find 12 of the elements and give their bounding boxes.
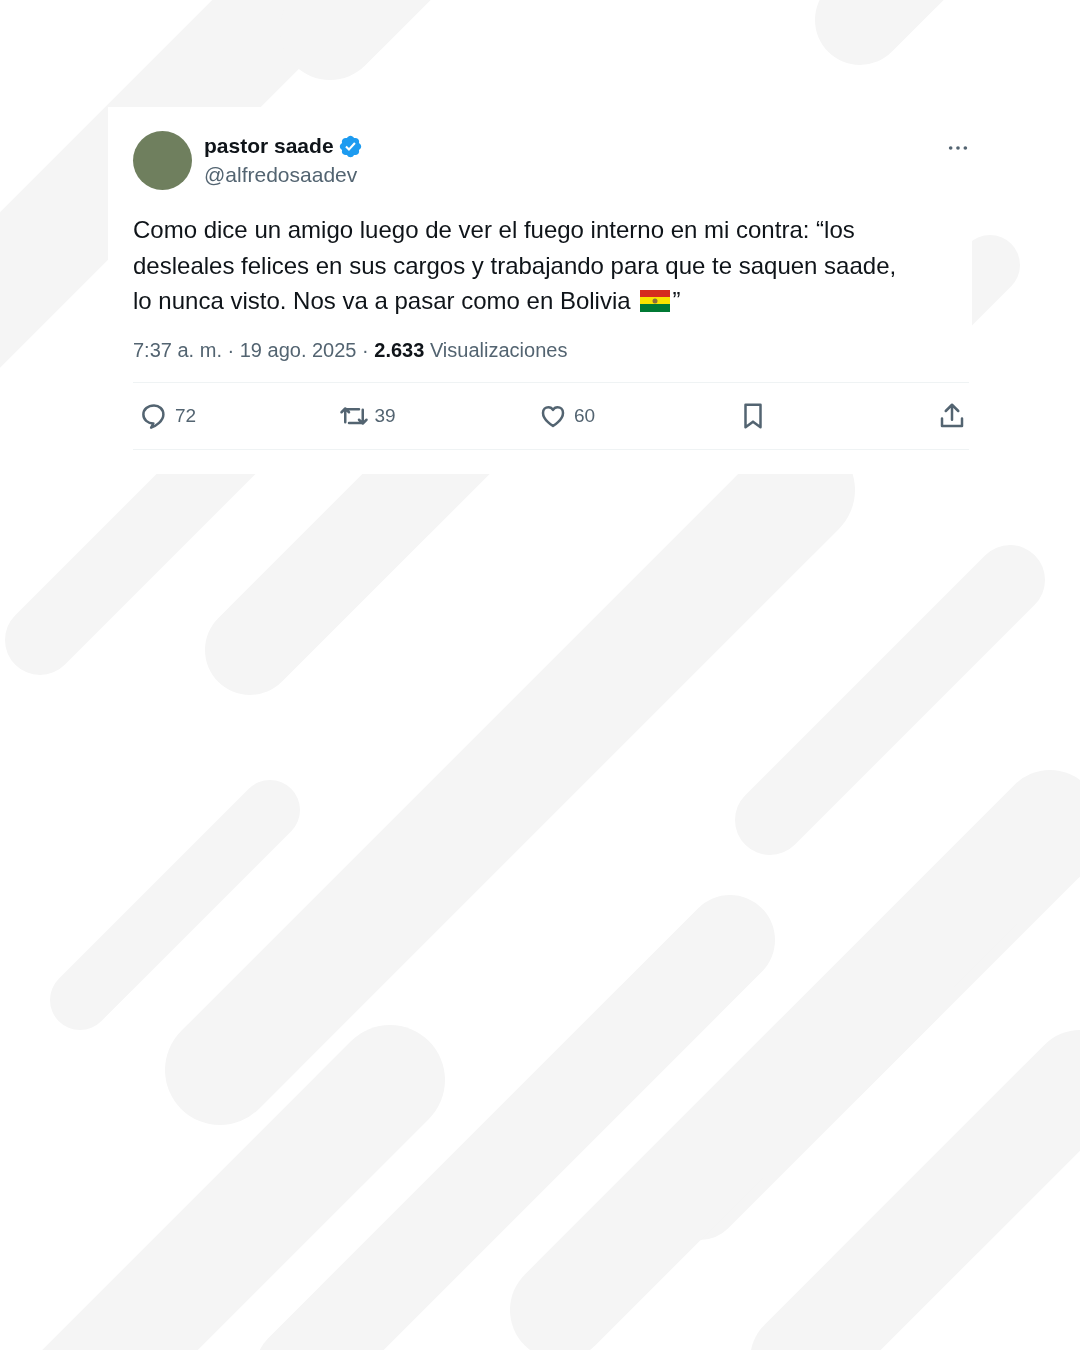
author-name[interactable]: pastor saade	[204, 134, 334, 158]
reply-button[interactable]: 72	[139, 400, 197, 431]
more-options-icon[interactable]	[947, 144, 969, 152]
post-text-line: lo nunca visto. Nos va a pasar como en Bolivia	[133, 286, 631, 316]
post-meta: 7:37 a. m. · 19 ago. 2025 · 2.633 Visualizaciones	[133, 338, 569, 362]
post-text-line: Como dice un amigo luego de ver el fuego interno en mi contra: “los	[133, 215, 855, 245]
post-text-line: desleales felices en sus cargos y trabajando para que te saquen saade,	[133, 250, 897, 281]
repost-button[interactable]: 39	[338, 400, 396, 431]
post-text-quote: ”	[672, 286, 681, 316]
author-handle[interactable]: @alfredosaadev	[204, 163, 947, 187]
flag-icon	[639, 289, 670, 312]
like-button[interactable]: 60	[538, 400, 596, 431]
